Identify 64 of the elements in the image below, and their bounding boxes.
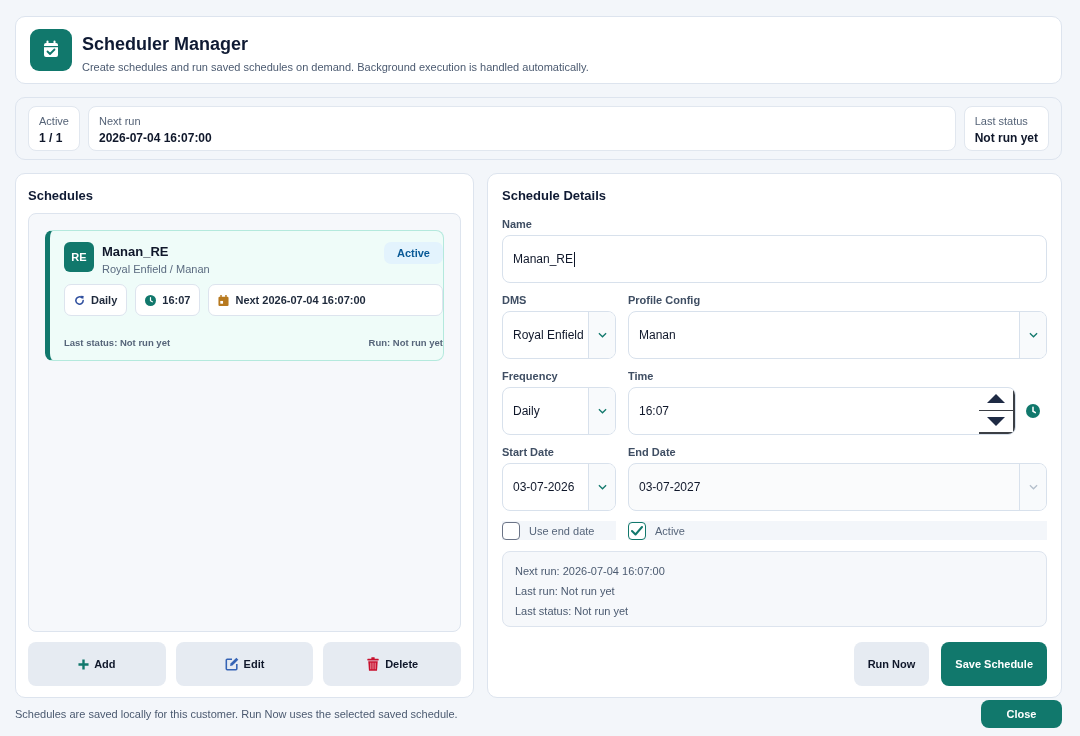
calendar-icon xyxy=(218,294,230,306)
dropdown-toggle[interactable] xyxy=(588,388,615,434)
field-label: End Date xyxy=(628,445,677,459)
stat-value: 2026-07-04 16:07:00 xyxy=(98,131,213,145)
schedule-subtitle: Royal Enfield / Manan xyxy=(102,263,211,275)
run-button[interactable]: Run Now xyxy=(853,642,930,686)
chip-text: 16:07 xyxy=(162,294,191,306)
delete-button[interactable]: Delete xyxy=(323,642,461,686)
triangle-down-icon xyxy=(987,416,1005,426)
field-label: DMS xyxy=(502,293,528,307)
dropdown-toggle[interactable] xyxy=(588,464,615,510)
dropdown-toggle[interactable] xyxy=(588,312,615,358)
triangle-up-icon xyxy=(987,394,1005,404)
plus-icon xyxy=(78,658,90,670)
field-label: Name xyxy=(502,217,533,231)
date-select[interactable]: 03-07-2026 xyxy=(502,463,616,511)
field-label: Time xyxy=(628,369,655,383)
footer-note: Schedules are saved locally for this customer. Run Now uses the selected saved schedule. xyxy=(15,708,458,720)
info-line: Last status: Not run yet xyxy=(515,604,630,618)
checkbox[interactable] xyxy=(628,521,646,540)
refresh-icon xyxy=(74,294,85,306)
app-subtitle: Create schedules and run saved schedules on demand. Background execution is handled automatically. xyxy=(82,60,589,73)
text-input[interactable]: Manan_RE xyxy=(502,235,1047,283)
close-button[interactable]: Close xyxy=(981,700,1062,728)
clock-icon xyxy=(145,294,157,306)
checkbox-option[interactable]: Active xyxy=(628,521,1047,540)
edit-button[interactable]: Edit xyxy=(175,642,314,686)
calendar-check-icon xyxy=(30,29,72,71)
panel-title: Schedules xyxy=(28,188,95,204)
trash-icon xyxy=(366,657,381,671)
schedule-name: Manan_RE xyxy=(102,244,170,259)
stat-label: Active xyxy=(39,115,69,127)
field-label: Frequency xyxy=(502,369,559,383)
checkbox-option[interactable]: Use end date xyxy=(502,521,616,540)
info-line: Next run: 2026-07-04 16:07:00 xyxy=(515,564,666,578)
stat-value: Not run yet xyxy=(974,131,1038,145)
status-badge: Active xyxy=(383,242,443,264)
chip-text: Daily xyxy=(91,294,118,306)
chip-text: Next 2026-07-04 16:07:00 xyxy=(235,294,366,306)
dropdown-select[interactable]: Royal Enfield xyxy=(502,311,616,359)
stat-value: 1 / 1 xyxy=(39,131,64,145)
panel-title: Schedule Details xyxy=(502,188,608,204)
dropdown-toggle[interactable] xyxy=(1019,464,1046,510)
info-line: Last run: Not run yet xyxy=(515,584,616,598)
last-status-text: Last status: Not run yet xyxy=(64,337,171,348)
run-status-text: Run: Not run yet xyxy=(368,337,443,348)
text-cursor xyxy=(574,251,576,267)
field-label: Profile Config xyxy=(628,293,702,307)
dropdown-select[interactable]: Daily xyxy=(502,387,616,435)
add-button[interactable]: Add xyxy=(28,642,166,686)
save-button[interactable]: Save Schedule xyxy=(941,642,1047,686)
stat-label: Last status xyxy=(974,115,1029,127)
app-title: Scheduler Manager xyxy=(82,33,250,55)
time-input[interactable]: 16:07 xyxy=(628,387,1016,435)
field-label: Start Date xyxy=(502,445,555,459)
check-icon xyxy=(631,525,643,536)
checkbox[interactable] xyxy=(502,521,520,540)
initials-avatar: RE xyxy=(64,242,94,272)
stat-label: Next run xyxy=(98,115,142,127)
clock-icon xyxy=(1026,404,1040,418)
schedule-card[interactable]: RE Manan_RE Royal Enfield / Manan Active Daily 16:07 Next 2026-07-04 16:07:00 Last status: Not run yet Run: Not run yet xyxy=(45,230,444,361)
dropdown-select[interactable]: Manan xyxy=(628,311,1047,359)
edit-icon xyxy=(224,657,239,671)
dropdown-toggle[interactable] xyxy=(1019,312,1046,358)
